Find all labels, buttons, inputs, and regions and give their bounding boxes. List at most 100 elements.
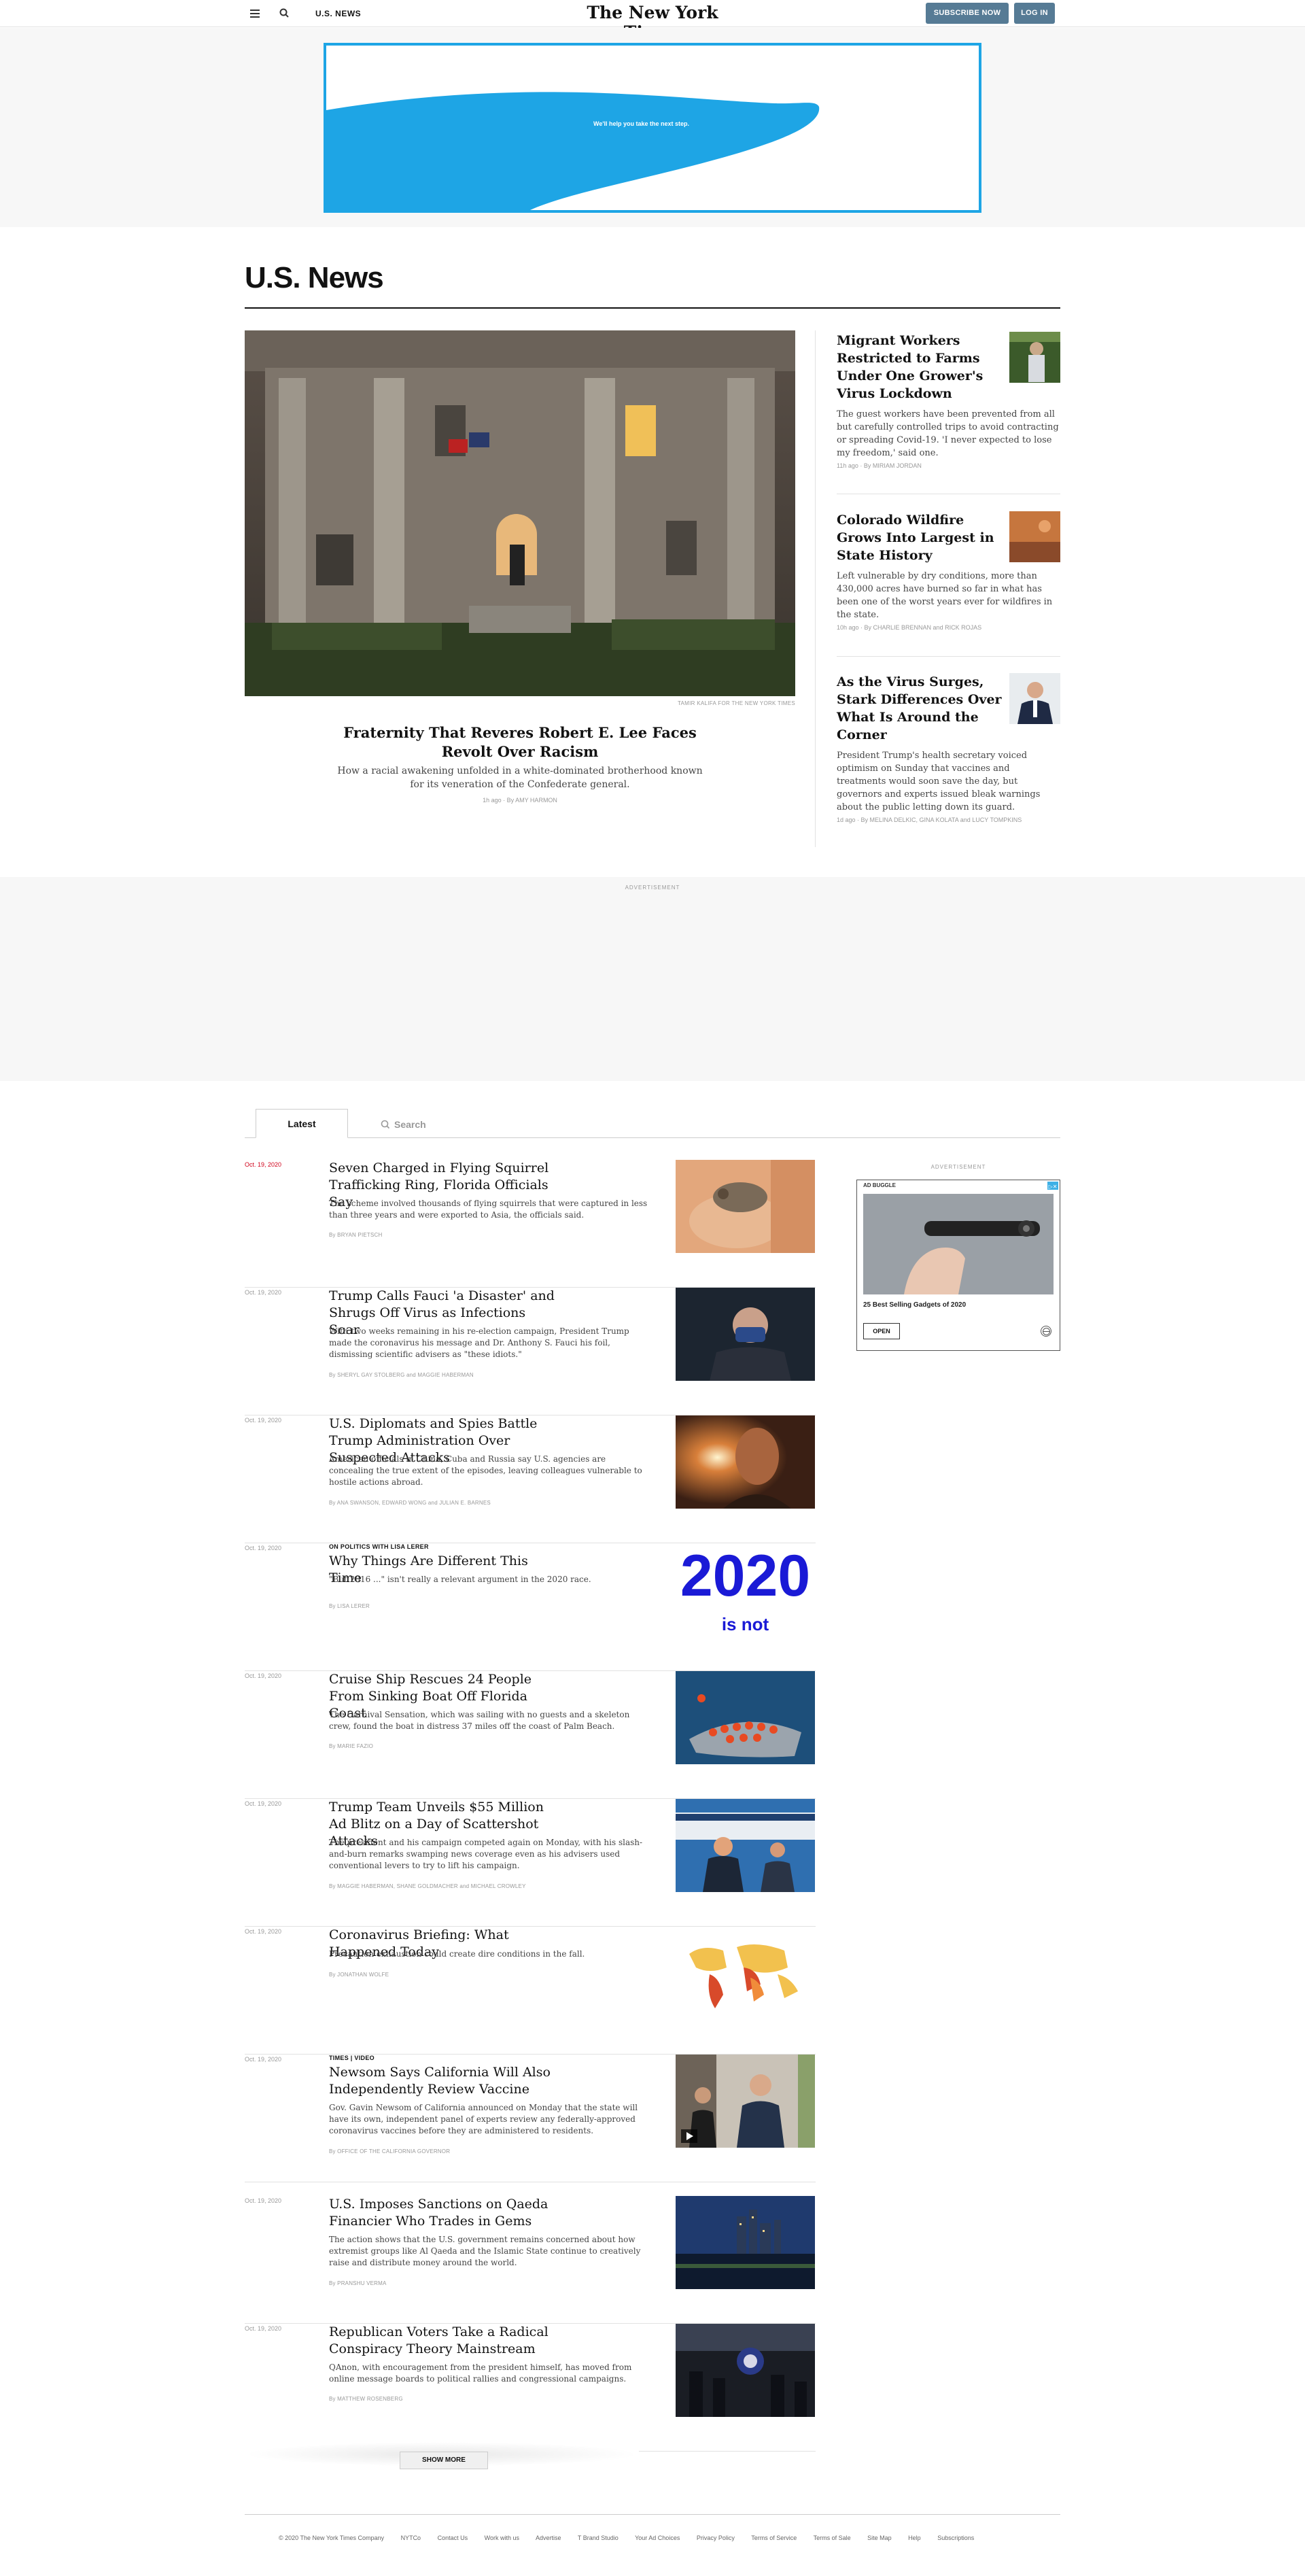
stream-thumbnail[interactable] bbox=[676, 1415, 815, 1509]
ad-wave-graphic bbox=[326, 92, 820, 210]
side-story[interactable]: Colorado Wildfire Grows Into Largest in … bbox=[837, 511, 1060, 631]
stream-item[interactable]: Oct. 19, 2020 U.S. Imposes Sanctions on … bbox=[245, 2196, 816, 2324]
footer-link[interactable]: Site Map bbox=[867, 2535, 892, 2541]
side-story-summary: The guest workers have been prevented fr… bbox=[837, 409, 1059, 458]
stream-date: Oct. 19, 2020 bbox=[245, 2056, 282, 2063]
stream-summary: The action shows that the U.S. governmen… bbox=[329, 2235, 641, 2267]
stream-byline: By OFFICE OF THE CALIFORNIA GOVERNOR bbox=[329, 2148, 451, 2154]
section-divider bbox=[245, 307, 1060, 309]
stream-item[interactable]: Oct. 19, 2020 Seven Charged in Flying Sq… bbox=[245, 1160, 816, 1288]
lead-story-image[interactable] bbox=[245, 330, 795, 696]
footer-link[interactable]: Help bbox=[908, 2535, 921, 2541]
footer-link[interactable]: Advertise bbox=[536, 2535, 561, 2541]
ad-product-image[interactable] bbox=[863, 1194, 1054, 1294]
footer-link[interactable]: Terms of Sale bbox=[814, 2535, 851, 2541]
stream-date: Oct. 19, 2020 bbox=[245, 1800, 282, 1807]
section-name-link[interactable]: U.S. NEWS bbox=[315, 9, 361, 18]
stream-kicker[interactable]: TIMES | VIDEO bbox=[329, 2055, 375, 2061]
stream-byline: By ANA SWANSON, EDWARD WONG and JULIAN E… bbox=[329, 1500, 491, 1506]
stream-thumbnail[interactable] bbox=[676, 2196, 815, 2289]
footer-link[interactable]: Privacy Policy bbox=[697, 2535, 735, 2541]
lead-headline[interactable]: Fraternity That Reveres Robert E. Lee Fa… bbox=[319, 723, 720, 761]
tab-latest[interactable]: Latest bbox=[256, 1109, 348, 1138]
stream-headline[interactable]: Newsom Says California Will Also Indepen… bbox=[329, 2064, 560, 2098]
stream-item[interactable]: Oct. 19, 2020 Trump Calls Fauci 'a Disas… bbox=[245, 1288, 816, 1415]
footer-link[interactable]: Contact Us bbox=[438, 2535, 468, 2541]
stream-byline: By BRYAN PIETSCH bbox=[329, 1232, 383, 1238]
side-story-byline: 10h ago · By CHARLIE BRENNAN and RICK RO… bbox=[837, 624, 982, 631]
subscribe-button[interactable]: SUBSCRIBE NOW bbox=[926, 3, 1009, 24]
search-icon[interactable] bbox=[277, 6, 292, 21]
stream-date: Oct. 19, 2020 bbox=[245, 2325, 282, 2332]
right-rail-ad[interactable]: AD BUGGLE ▷✕ 25 Best Selling Gadgets of … bbox=[856, 1180, 1060, 1351]
side-story-thumbnail[interactable] bbox=[1009, 332, 1060, 383]
top-banner-ad[interactable]: We'll help you take the next step. bbox=[324, 43, 981, 213]
stream-headline[interactable]: Republican Voters Take a Radical Conspir… bbox=[329, 2324, 560, 2358]
footer-link[interactable]: Terms of Service bbox=[751, 2535, 797, 2541]
top-ad-text: We'll help you take the next step. bbox=[593, 120, 690, 127]
tabs-divider bbox=[245, 1137, 1060, 1138]
side-story[interactable]: Migrant Workers Restricted to Farms Unde… bbox=[837, 332, 1060, 469]
stream-item[interactable]: Oct. 19, 2020 U.S. Diplomats and Spies B… bbox=[245, 1415, 816, 1543]
ad-label: ADVERTISEMENT bbox=[930, 1164, 986, 1170]
stream-item[interactable]: Oct. 19, 2020 Coronavirus Briefing: What… bbox=[245, 1927, 816, 2055]
footer-link[interactable]: Subscriptions bbox=[937, 2535, 974, 2541]
stream-item[interactable]: Oct. 19, 2020 Cruise Ship Rescues 24 Peo… bbox=[245, 1671, 816, 1799]
thumbnail-big-text: 2020 bbox=[680, 1543, 811, 1609]
side-story-headline[interactable]: Colorado Wildfire Grows Into Largest in … bbox=[837, 511, 1007, 564]
stream-date: Oct. 19, 2020 bbox=[245, 2197, 282, 2204]
stream-thumbnail[interactable] bbox=[676, 2055, 815, 2148]
stream-kicker[interactable]: ON POLITICS WITH LISA LERER bbox=[329, 1543, 429, 1550]
stream-thumbnail[interactable] bbox=[676, 1927, 815, 2020]
side-story-divider bbox=[837, 656, 1060, 657]
side-story-thumbnail[interactable] bbox=[1009, 511, 1060, 562]
stream-thumbnail[interactable]: 2020 is not bbox=[676, 1543, 815, 1636]
ad-open-button[interactable]: OPEN bbox=[863, 1323, 900, 1339]
side-story-thumbnail[interactable] bbox=[1009, 673, 1060, 724]
lead-summary: How a racial awakening unfolded in a whi… bbox=[337, 766, 703, 790]
stream-search[interactable] bbox=[377, 1115, 648, 1134]
stream-item[interactable]: Oct. 19, 2020 ON POLITICS WITH LISA LERE… bbox=[245, 1543, 816, 1671]
play-video-icon[interactable] bbox=[681, 2129, 697, 2143]
stream-summary: Precaution exhaustion could create dire … bbox=[329, 1949, 585, 1959]
top-navigation-bar: U.S. NEWS The New York Times SUBSCRIBE N… bbox=[0, 0, 1305, 42]
stream-thumbnail[interactable] bbox=[676, 1160, 815, 1253]
menu-icon[interactable] bbox=[247, 7, 262, 20]
footer-link[interactable]: Your Ad Choices bbox=[635, 2535, 680, 2541]
stream-headline[interactable]: U.S. Imposes Sanctions on Qaeda Financie… bbox=[329, 2196, 560, 2230]
ad-brand: AD BUGGLE bbox=[863, 1182, 896, 1188]
side-story-headline[interactable]: As the Virus Surges, Stark Differences O… bbox=[837, 673, 1007, 744]
login-button[interactable]: LOG IN bbox=[1014, 3, 1055, 24]
footer-link[interactable]: Work with us bbox=[485, 2535, 519, 2541]
stream-date: Oct. 19, 2020 bbox=[245, 1545, 282, 1551]
stream-item[interactable]: Oct. 19, 2020 Trump Team Unveils $55 Mil… bbox=[245, 1799, 816, 1927]
stream-thumbnail[interactable] bbox=[676, 2324, 815, 2417]
footer-divider bbox=[245, 2514, 1060, 2515]
search-icon bbox=[381, 1120, 390, 1129]
ad-caption[interactable]: 25 Best Selling Gadgets of 2020 bbox=[863, 1301, 966, 1309]
stream-item[interactable]: Oct. 19, 2020 Republican Voters Take a R… bbox=[245, 2324, 816, 2452]
column-divider bbox=[815, 330, 816, 847]
stream-date: Oct. 19, 2020 bbox=[245, 1289, 282, 1296]
footer-copyright: © 2020 The New York Times Company bbox=[279, 2535, 385, 2541]
show-more-button[interactable]: SHOW MORE bbox=[400, 2452, 488, 2469]
search-input[interactable] bbox=[394, 1116, 639, 1133]
ad-choices-icon[interactable]: ▷✕ bbox=[1047, 1182, 1058, 1190]
stream-date: Oct. 19, 2020 bbox=[245, 1928, 282, 1935]
stream-thumbnail[interactable] bbox=[676, 1799, 815, 1892]
stream-thumbnail[interactable] bbox=[676, 1288, 815, 1381]
side-story-headline[interactable]: Migrant Workers Restricted to Farms Unde… bbox=[837, 332, 1007, 402]
footer-link[interactable]: T Brand Studio bbox=[578, 2535, 619, 2541]
stream-summary: The scheme involved thousands of flying … bbox=[329, 1199, 648, 1220]
lead-byline: 1h ago · By AMY HARMON bbox=[483, 797, 557, 804]
stream-thumbnail[interactable] bbox=[676, 1671, 815, 1764]
stream-item[interactable]: Oct. 19, 2020 TIMES | VIDEO Newsom Says … bbox=[245, 2055, 816, 2182]
thumbnail-small-text: is not bbox=[721, 1614, 769, 1634]
side-story[interactable]: As the Virus Surges, Stark Differences O… bbox=[837, 673, 1060, 823]
mid-ad-container: ADVERTISEMENT bbox=[0, 877, 1305, 1081]
footer-link[interactable]: NYTCo bbox=[401, 2535, 421, 2541]
stream-byline: By MATTHEW ROSENBERG bbox=[329, 2396, 403, 2402]
stream-byline: By PRANSHU VERMA bbox=[329, 2280, 387, 2286]
footer-links: © 2020 The New York Times Company NYTCo … bbox=[279, 2535, 989, 2541]
stream-summary: Gov. Gavin Newsom of California announce… bbox=[329, 2103, 638, 2135]
